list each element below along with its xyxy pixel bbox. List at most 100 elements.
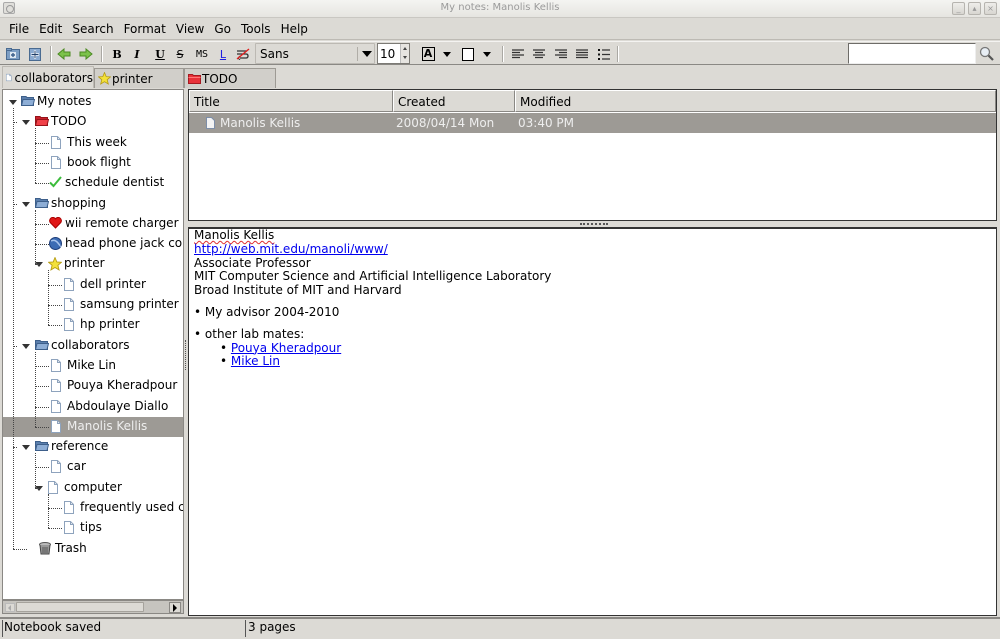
expander-arrow-icon[interactable]: [22, 120, 30, 126]
forward-button[interactable]: [76, 44, 96, 64]
search-input[interactable]: [848, 43, 976, 64]
tree-connector-line: [35, 487, 39, 489]
column-header-title[interactable]: Title: [189, 90, 393, 112]
bold-button[interactable]: B: [108, 44, 126, 64]
tree-item[interactable]: Trash: [3, 539, 183, 559]
tree-connector-line: [35, 142, 49, 144]
maximize-button[interactable]: ▴: [968, 2, 981, 15]
bg-color-button[interactable]: [460, 44, 476, 64]
tree-item[interactable]: frequently used com: [3, 498, 183, 518]
tree-item-label: schedule dentist: [65, 175, 165, 190]
no-wrap-button[interactable]: [234, 44, 252, 64]
tab-todo[interactable]: TODO: [184, 68, 276, 88]
tree-item[interactable]: Abdoulaye Diallo: [3, 397, 183, 417]
tab-label: TODO: [202, 71, 238, 86]
menu-help[interactable]: Help: [276, 19, 313, 39]
strikethrough-button[interactable]: S: [171, 44, 189, 64]
text-color-dropdown[interactable]: [441, 44, 453, 64]
tree-item[interactable]: Mike Lin: [3, 356, 183, 376]
sub-bullet-item: • Pouya Kheradpour: [220, 340, 342, 355]
tab-collaborators[interactable]: collaborators: [2, 66, 94, 88]
tab-printer[interactable]: printer: [94, 68, 184, 88]
page-icon: [48, 480, 62, 495]
align-right-button[interactable]: [552, 44, 570, 64]
tree-item[interactable]: This week: [3, 133, 183, 153]
new-page-button[interactable]: [25, 44, 45, 64]
tree-item[interactable]: schedule dentist: [3, 173, 183, 193]
expander-arrow-icon[interactable]: [9, 100, 17, 105]
list-editor-resize-handle[interactable]: [580, 223, 608, 226]
tree-item[interactable]: book flight: [3, 153, 183, 173]
close-button[interactable]: ×: [984, 2, 997, 15]
tree-item[interactable]: dell printer: [3, 275, 183, 295]
tree-item[interactable]: Pouya Kheradpour: [3, 376, 183, 396]
link-button[interactable]: L: [215, 44, 231, 64]
monospace-button[interactable]: MS: [191, 44, 213, 64]
note-url-link[interactable]: http://web.mit.edu/manoli/www/: [194, 242, 388, 256]
toolbar: B I U S MS L Sans 10 A: [0, 41, 1000, 65]
bullet-list-icon: [598, 48, 610, 60]
tree-item-label: shopping: [51, 195, 106, 210]
column-header-modified[interactable]: Modified: [515, 90, 996, 112]
italic-button[interactable]: I: [128, 44, 146, 64]
column-header-created[interactable]: Created: [393, 90, 515, 112]
tree-item[interactable]: head phone jack conve: [3, 234, 183, 254]
list-row[interactable]: Manolis Kellis 2008/04/14 Mon 03:40 PM: [189, 113, 996, 133]
page-icon: [51, 399, 65, 414]
tree-item-label: Mike Lin: [67, 357, 117, 372]
menu-view[interactable]: View: [171, 19, 209, 39]
search-button[interactable]: [978, 44, 996, 64]
tree-connector-line: [35, 426, 49, 428]
expander-arrow-icon[interactable]: [22, 445, 30, 451]
underline-button[interactable]: U: [151, 44, 169, 64]
font-size-spinner[interactable]: 10: [377, 43, 410, 64]
menu-tools[interactable]: Tools: [236, 19, 276, 39]
align-justify-button[interactable]: [573, 44, 591, 64]
scroll-right-arrow[interactable]: [169, 602, 181, 613]
menu-go[interactable]: Go: [209, 19, 236, 39]
tree-item[interactable]: wii remote charger: [3, 214, 183, 234]
bullet-list-button[interactable]: [595, 44, 613, 64]
menu-search[interactable]: Search: [67, 19, 118, 39]
expander-arrow-icon[interactable]: [22, 343, 30, 349]
scrollbar-thumb[interactable]: [16, 602, 144, 612]
tree-item[interactable]: My notes: [3, 92, 183, 112]
link-pouya-kheradpour[interactable]: Pouya Kheradpour: [231, 341, 341, 355]
scroll-left-arrow[interactable]: [5, 603, 15, 612]
tree-item[interactable]: collaborators: [3, 336, 183, 356]
row-title: Manolis Kellis: [220, 116, 301, 130]
menu-format[interactable]: Format: [119, 19, 171, 39]
note-editor[interactable]: Manolis Kellis http://web.mit.edu/manoli…: [188, 227, 997, 616]
tree-item[interactable]: Manolis Kellis: [3, 416, 183, 437]
text-color-button[interactable]: A: [420, 44, 436, 64]
tree-item[interactable]: computer: [3, 478, 183, 498]
tree-item[interactable]: reference: [3, 437, 183, 457]
tree-item-label: hp printer: [80, 317, 140, 332]
bg-color-dropdown[interactable]: [481, 44, 493, 64]
tree-item-label: printer: [64, 256, 105, 271]
tree-item[interactable]: printer: [3, 254, 183, 274]
notebook-tree[interactable]: My notes TODO This week book flight schedule…: [2, 89, 184, 600]
new-folder-button[interactable]: [3, 44, 23, 64]
tree-item[interactable]: TODO: [3, 112, 183, 132]
tree-item[interactable]: car: [3, 457, 183, 477]
red-folder-icon: [34, 115, 50, 129]
link-mike-lin[interactable]: Mike Lin: [231, 354, 280, 368]
tree-item[interactable]: shopping: [3, 194, 183, 214]
chevron-down-icon: [362, 51, 372, 57]
tree-item[interactable]: tips: [3, 518, 183, 538]
tree-horizontal-scrollbar[interactable]: [2, 600, 184, 614]
menu-file[interactable]: File: [4, 19, 34, 39]
minimize-button[interactable]: _: [952, 2, 965, 15]
tree-item[interactable]: hp printer: [3, 315, 183, 335]
expander-arrow-icon[interactable]: [22, 201, 30, 207]
align-center-button[interactable]: [530, 44, 548, 64]
menu-edit[interactable]: Edit: [34, 19, 67, 39]
font-family-combo[interactable]: Sans: [255, 43, 375, 64]
align-left-button[interactable]: [509, 44, 527, 64]
tree-item[interactable]: samsung printer: [3, 295, 183, 315]
tree-connector-line: [35, 386, 49, 388]
back-button[interactable]: [54, 44, 74, 64]
spin-buttons[interactable]: [400, 44, 409, 63]
font-family-value: Sans: [260, 47, 289, 61]
